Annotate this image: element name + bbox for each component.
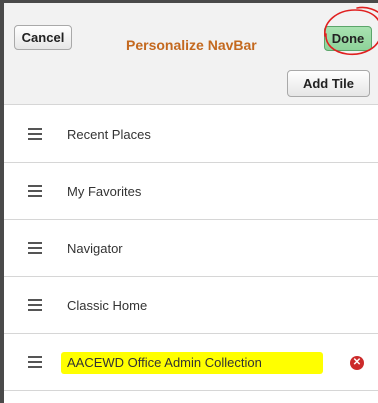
tile-row-office-admin-collection[interactable]: AACEWD Office Admin Collection ✕ — [4, 334, 378, 391]
tile-row-classic-home[interactable]: Classic Home — [4, 277, 378, 334]
drag-handle-icon[interactable] — [28, 299, 42, 311]
tile-row-recent-places[interactable]: Recent Places — [4, 106, 378, 163]
panel-header: Cancel Personalize NavBar Done Add Tile — [4, 3, 378, 105]
drag-handle-icon[interactable] — [28, 356, 42, 368]
done-button[interactable]: Done — [324, 26, 372, 51]
cancel-button[interactable]: Cancel — [14, 25, 72, 50]
page-title: Personalize NavBar — [126, 37, 257, 53]
tile-label: Classic Home — [67, 297, 148, 313]
tile-list: Recent Places My Favorites Navigator Cla… — [4, 106, 378, 391]
drag-handle-icon[interactable] — [28, 185, 42, 197]
tile-row-my-favorites[interactable]: My Favorites — [4, 163, 378, 220]
remove-circle-icon[interactable]: ✕ — [350, 356, 364, 370]
tile-label: Navigator — [67, 240, 123, 256]
drag-handle-icon[interactable] — [28, 128, 42, 140]
tile-label: My Favorites — [67, 183, 142, 199]
tile-label: Recent Places — [67, 126, 151, 142]
add-tile-button[interactable]: Add Tile — [287, 70, 370, 97]
navbar-personalize-panel: Cancel Personalize NavBar Done Add Tile … — [0, 0, 378, 403]
drag-handle-icon[interactable] — [28, 242, 42, 254]
tile-label: AACEWD Office Admin Collection — [67, 354, 262, 370]
tile-row-navigator[interactable]: Navigator — [4, 220, 378, 277]
